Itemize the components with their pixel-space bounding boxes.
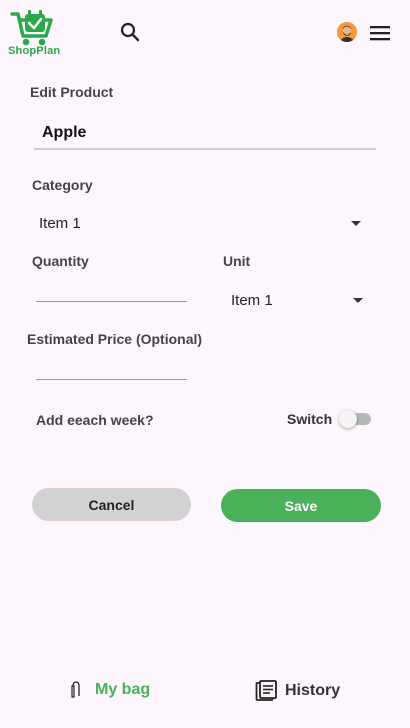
search-icon — [120, 22, 140, 42]
avatar[interactable] — [337, 22, 357, 42]
category-label: Category — [32, 177, 93, 193]
unit-selected-value: Item 1 — [231, 291, 273, 309]
dropdown-arrow-icon — [353, 297, 363, 303]
logo-text: ShopPlan — [8, 45, 61, 57]
save-button[interactable]: Save — [221, 489, 381, 522]
hamburger-menu-icon — [370, 26, 390, 41]
quantity-label: Quantity — [32, 253, 89, 269]
price-label: Estimated Price (Optional) — [27, 331, 203, 347]
nav-item-my-bag[interactable]: My bag — [69, 680, 150, 700]
unit-dropdown[interactable]: Item 1 — [231, 289, 363, 311]
history-list-icon — [255, 680, 277, 701]
nav-label-history: History — [285, 682, 341, 699]
unit-label: Unit — [223, 253, 251, 269]
cancel-button[interactable]: Cancel — [32, 488, 191, 521]
user-avatar-icon — [337, 22, 357, 42]
product-name-input[interactable] — [34, 118, 376, 150]
quantity-input[interactable] — [36, 280, 187, 302]
menu-button[interactable] — [369, 22, 391, 44]
nav-label-my-bag: My bag — [95, 681, 151, 698]
price-input[interactable] — [36, 358, 187, 380]
toggle-thumb — [339, 410, 357, 428]
page-title: Edit Product — [30, 84, 114, 100]
category-selected-value: Item 1 — [39, 214, 81, 232]
weekly-label: Add eeach week? — [36, 412, 154, 428]
dropdown-arrow-icon — [351, 220, 361, 226]
switch-label: Switch — [287, 411, 333, 427]
shopping-bag-icon — [71, 681, 80, 698]
search-button[interactable] — [118, 20, 142, 44]
category-dropdown[interactable]: Item 1 — [39, 212, 361, 234]
nav-item-history[interactable]: History — [255, 680, 340, 702]
weekly-toggle[interactable] — [339, 410, 371, 428]
shopping-cart-check-icon — [10, 10, 53, 46]
